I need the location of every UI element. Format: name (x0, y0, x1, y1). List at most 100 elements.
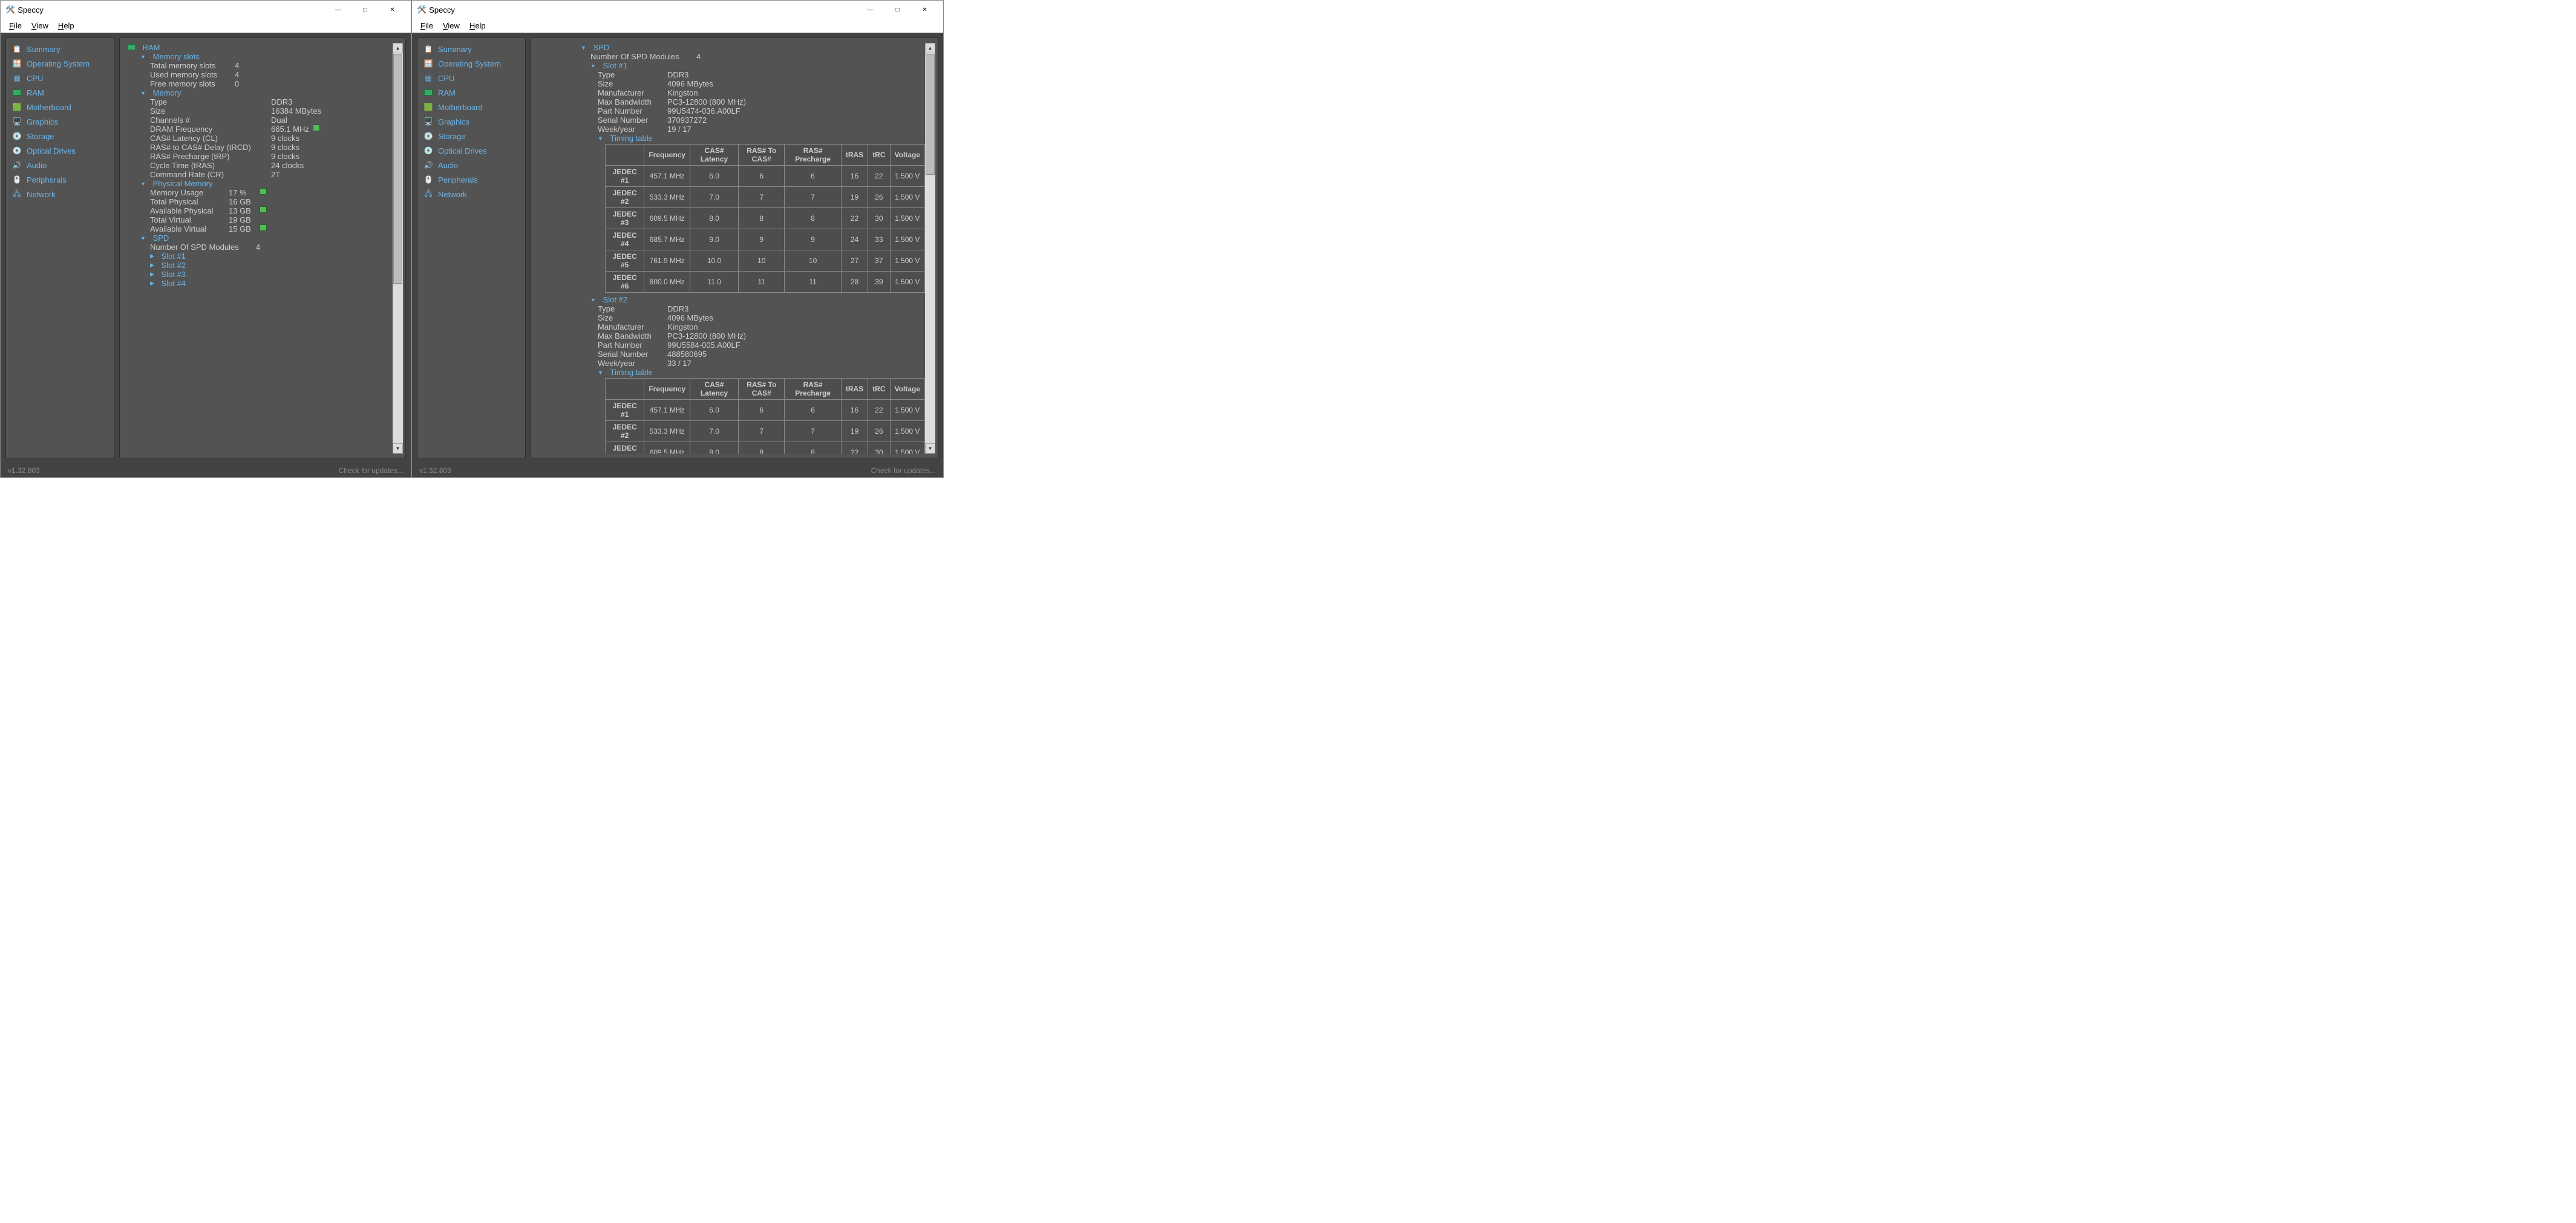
menu-view[interactable]: View (438, 20, 465, 31)
table-cell: 9.0 (690, 229, 739, 250)
slot1-collapsed[interactable]: ▶ Slot #1 (127, 252, 393, 261)
titlebar[interactable]: 🛠️ Speccy — □ ✕ (1, 1, 411, 19)
spd-header[interactable]: ▼ SPD (581, 43, 925, 52)
slot3-collapsed[interactable]: ▶ Slot #3 (127, 270, 393, 279)
table-cell: 9 (785, 229, 841, 250)
memory-header[interactable]: ▼ Memory (127, 88, 393, 97)
table-cell: 22 (841, 208, 868, 229)
table-cell: 19 (841, 187, 868, 208)
menu-help[interactable]: Help (465, 20, 491, 31)
network-icon: 🖧 (12, 189, 22, 199)
table-cell: 533.3 MHz (644, 187, 690, 208)
check-updates-link[interactable]: Check for updates... (339, 466, 404, 475)
table-cell: 7 (739, 187, 785, 208)
window-controls: — □ ✕ (324, 3, 406, 16)
scrollbar[interactable]: ▲ ▼ (925, 43, 935, 454)
table-cell: 6 (785, 166, 841, 187)
nav-optical[interactable]: 💿Optical Drives (417, 143, 525, 158)
scroll-down-button[interactable]: ▼ (925, 443, 935, 454)
nav-ram[interactable]: RAM (417, 85, 525, 100)
slot2-collapsed[interactable]: ▶ Slot #2 (127, 261, 393, 270)
table-cell: 33 (868, 229, 890, 250)
titlebar[interactable]: 🛠️ Speccy — □ ✕ (412, 1, 943, 19)
check-updates-link[interactable]: Check for updates... (871, 466, 936, 475)
nav-storage[interactable]: 💽Storage (6, 129, 114, 143)
nav-cpu[interactable]: ▦CPU (6, 71, 114, 85)
scroll-up-button[interactable]: ▲ (925, 43, 935, 53)
s1-bw: Max BandwidthPC3-12800 (800 MHz) (581, 97, 925, 106)
nav-graphics[interactable]: 🖥️Graphics (417, 114, 525, 129)
spd-header[interactable]: ▼ SPD (127, 233, 393, 243)
table-cell: 8.0 (690, 442, 739, 454)
table-cell: 8 (739, 208, 785, 229)
scroll-thumb[interactable] (926, 54, 935, 175)
nav-motherboard[interactable]: 🟩Motherboard (6, 100, 114, 114)
nav-network[interactable]: 🖧Network (6, 187, 114, 201)
table-cell: 30 (868, 442, 890, 454)
close-button[interactable]: ✕ (911, 3, 938, 16)
nav-audio[interactable]: 🔊Audio (417, 158, 525, 172)
slot2-header[interactable]: ▼ Slot #2 (581, 295, 925, 304)
table-cell: 26 (868, 421, 890, 442)
scroll-up-button[interactable]: ▲ (393, 43, 403, 53)
nav-motherboard[interactable]: 🟩Motherboard (417, 100, 525, 114)
table-cell: 6.0 (690, 166, 739, 187)
nav-optical[interactable]: 💿Optical Drives (6, 143, 114, 158)
app-icon: 🛠️ (417, 5, 427, 15)
nav-storage[interactable]: 💽Storage (417, 129, 525, 143)
slot1-header[interactable]: ▼ Slot #1 (581, 61, 925, 70)
sidebar: 📋Summary 🪟Operating System ▦CPU RAM 🟩Mot… (5, 38, 114, 459)
table-row: JEDEC #3609.5 MHz8.08822301.500 V (606, 208, 925, 229)
table-cell: 609.5 MHz (644, 442, 690, 454)
caret-right-icon: ▶ (150, 253, 154, 259)
table-cell: 1.500 V (890, 400, 924, 421)
s1-week: Week/year19 / 17 (581, 125, 925, 134)
row-spd-count: Number Of SPD Modules4 (581, 52, 925, 61)
nav-cpu[interactable]: ▦CPU (417, 71, 525, 85)
nav-network[interactable]: 🖧Network (417, 187, 525, 201)
minimize-button[interactable]: — (324, 3, 351, 16)
ram-icon (127, 43, 136, 52)
scroll-down-button[interactable]: ▼ (393, 443, 403, 454)
nav-peripherals[interactable]: 🖱️Peripherals (6, 172, 114, 187)
nav-os[interactable]: 🪟Operating System (6, 56, 114, 71)
row-cr: Command Rate (CR)2T (127, 170, 393, 179)
window-controls: — □ ✕ (857, 3, 938, 16)
slot4-collapsed[interactable]: ▶ Slot #4 (127, 279, 393, 288)
s1-timing-header[interactable]: ▼ Timing table (581, 134, 925, 143)
table-cell: JEDEC #4 (606, 229, 644, 250)
row-trcd: RAS# to CAS# Delay (tRCD)9 clocks (127, 143, 393, 152)
nav-audio[interactable]: 🔊Audio (6, 158, 114, 172)
network-icon: 🖧 (423, 189, 433, 199)
maximize-button[interactable]: □ (884, 3, 911, 16)
table-cell: 609.5 MHz (644, 208, 690, 229)
nav-summary[interactable]: 📋Summary (417, 42, 525, 56)
nav-os[interactable]: 🪟Operating System (417, 56, 525, 71)
nav-graphics[interactable]: 🖥️Graphics (6, 114, 114, 129)
table-cell: 1.500 V (890, 272, 924, 293)
menu-file[interactable]: File (4, 20, 27, 31)
os-icon: 🪟 (423, 59, 433, 68)
table-cell: 19 (841, 421, 868, 442)
table-cell: 533.3 MHz (644, 421, 690, 442)
close-button[interactable]: ✕ (379, 3, 406, 16)
s2-timing-header[interactable]: ▼ Timing table (581, 368, 925, 377)
s1-part: Part Number99U5474-036.A00LF (581, 106, 925, 116)
menu-file[interactable]: File (416, 20, 438, 31)
table-cell: 7 (785, 421, 841, 442)
scrollbar[interactable]: ▲ ▼ (393, 43, 403, 454)
menu-help[interactable]: Help (53, 20, 79, 31)
nav-summary[interactable]: 📋Summary (6, 42, 114, 56)
nav-peripherals[interactable]: 🖱️Peripherals (417, 172, 525, 187)
ram-header[interactable]: RAM (127, 43, 393, 52)
menu-view[interactable]: View (27, 20, 53, 31)
nav-ram[interactable]: RAM (6, 85, 114, 100)
maximize-button[interactable]: □ (351, 3, 379, 16)
row-avail-virtual: Available Virtual15 GB (127, 224, 393, 233)
memory-slots-header[interactable]: ▼ Memory slots (127, 52, 393, 61)
scroll-thumb[interactable] (393, 54, 402, 284)
minimize-button[interactable]: — (857, 3, 884, 16)
physical-memory-header[interactable]: ▼ Physical Memory (127, 179, 393, 188)
table-cell: 685.7 MHz (644, 229, 690, 250)
table-row: JEDEC #1457.1 MHz6.06616221.500 V (606, 166, 925, 187)
